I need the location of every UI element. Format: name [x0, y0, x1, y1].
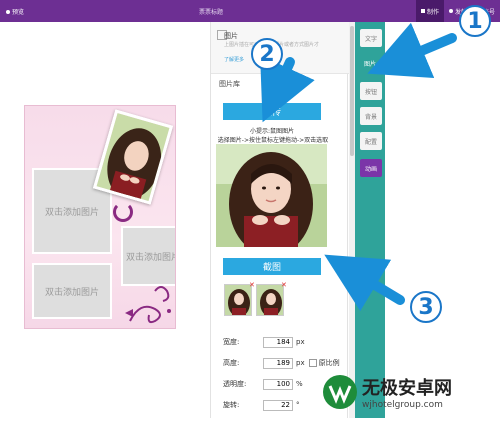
- rotate-row: 旋转: °: [223, 399, 300, 411]
- watermark: 无极安卓网 wjhotelgroup.com: [322, 374, 452, 410]
- opacity-label: 透明度:: [223, 380, 247, 388]
- floral-decoration: [125, 286, 171, 324]
- rotate-label: 旋转:: [223, 401, 240, 409]
- tab-button[interactable]: 按钮: [360, 82, 382, 100]
- make-label: 制作: [426, 8, 439, 16]
- tab-background[interactable]: 背景: [360, 107, 382, 125]
- width-label: 宽度:: [223, 338, 240, 346]
- opacity-unit: %: [296, 380, 303, 388]
- tip-instructions: 选择图片->按住鼠标左键拖动->双击选取: [217, 137, 329, 144]
- keep-ratio-checkbox[interactable]: [308, 359, 317, 367]
- height-row: 高度: px 原比例: [223, 357, 340, 369]
- upload-button[interactable]: 上传: [223, 103, 321, 120]
- rotate-input[interactable]: [263, 399, 293, 411]
- step-2-marker: 2: [251, 38, 283, 70]
- panel-title: 图片: [224, 32, 238, 40]
- step-1-marker: 1: [459, 5, 491, 37]
- opacity-row: 透明度: %: [223, 378, 303, 390]
- image-editor-panel: 图片 上图片插在可以当前，照片或者方式图片才 了解更多 图片库 上传 小提示:鼠…: [210, 22, 349, 418]
- width-row: 宽度: px: [223, 336, 305, 348]
- learn-more-link[interactable]: 了解更多: [224, 56, 244, 63]
- make-icon: [420, 9, 425, 13]
- opacity-input[interactable]: [263, 378, 293, 390]
- crop-button[interactable]: 截图: [223, 258, 321, 275]
- scrollbar-thumb[interactable]: [350, 26, 354, 156]
- rotate-unit: °: [296, 401, 300, 409]
- image-placeholder[interactable]: 双击添加图片: [32, 263, 112, 319]
- placed-photo[interactable]: [92, 109, 174, 205]
- height-label: 高度:: [223, 359, 240, 367]
- width-input[interactable]: [263, 336, 293, 348]
- top-bar: 预览 票票标题 制作 发帖 账号: [0, 0, 500, 22]
- side-tabs: 文字 图片 按钮 背景 配置 动画: [355, 22, 385, 418]
- swirl-decoration: [113, 202, 133, 222]
- preview-button[interactable]: 预览: [6, 7, 24, 16]
- preview-icon: [6, 9, 10, 14]
- tab-config[interactable]: 配置: [360, 132, 382, 150]
- make-tab[interactable]: 制作: [415, 0, 444, 22]
- thumbnail[interactable]: [256, 284, 284, 316]
- library-label: 图片库: [219, 80, 240, 88]
- tab-image[interactable]: 图片: [357, 54, 383, 72]
- library-photo[interactable]: [216, 144, 327, 247]
- keep-ratio-label: 原比例: [318, 359, 340, 367]
- height-input[interactable]: [263, 357, 293, 369]
- step-3-marker: 3: [410, 291, 442, 323]
- page-title[interactable]: 票票标题: [181, 7, 241, 16]
- thumbnail[interactable]: [224, 284, 252, 316]
- canvas-page[interactable]: 双击添加图片 双击添加图片 双击添加图片: [24, 105, 176, 329]
- image-placeholder[interactable]: 双击添加图片: [121, 226, 175, 286]
- preview-label: 预览: [12, 9, 25, 16]
- tab-text[interactable]: 文字: [360, 29, 382, 47]
- delete-icon[interactable]: ✕: [249, 281, 255, 289]
- tip-text: 小提示:鼠图图片: [249, 128, 295, 135]
- height-unit: px: [296, 359, 305, 367]
- watermark-url: wjhotelgroup.com: [362, 400, 443, 410]
- tab-animation[interactable]: 动画: [360, 159, 382, 177]
- pin-icon: [448, 9, 453, 13]
- watermark-logo-icon: [323, 375, 357, 409]
- watermark-name: 无极安卓网: [362, 378, 452, 399]
- delete-icon[interactable]: ✕: [281, 281, 287, 289]
- width-unit: px: [296, 338, 305, 346]
